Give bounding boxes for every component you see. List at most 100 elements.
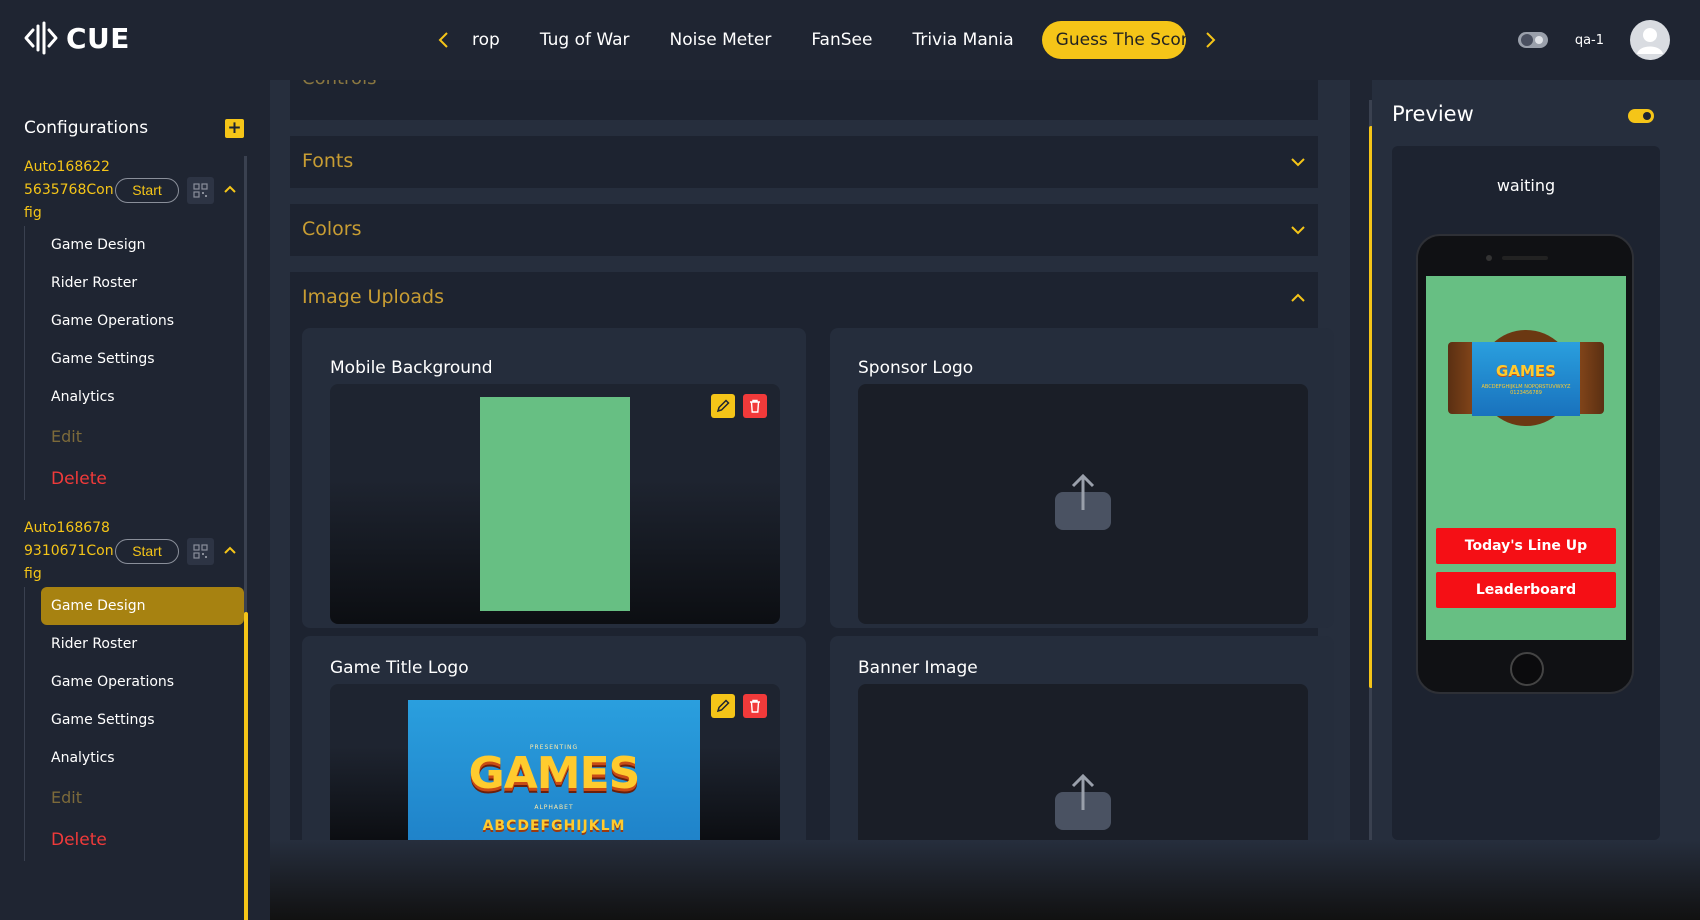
qr-code-button[interactable] bbox=[187, 538, 214, 565]
phone-mockup: GAMES ABCDEFGHIJKLM NOPQRSTUVWXYZ 012345… bbox=[1416, 234, 1634, 694]
phone-home-button bbox=[1510, 652, 1544, 686]
menu-rider-roster[interactable]: Rider Roster bbox=[25, 625, 244, 663]
config-name[interactable]: Auto1686225635768Config bbox=[24, 156, 116, 225]
tab-trivia-mania[interactable]: Trivia Mania bbox=[892, 21, 1033, 59]
sign-logo: GAMES ABCDEFGHIJKLM NOPQRSTUVWXYZ 012345… bbox=[1472, 342, 1580, 416]
chevron-down-icon bbox=[1291, 158, 1305, 167]
tab-fansee[interactable]: FanSee bbox=[791, 21, 892, 59]
configurations-sidebar: Configurations + Auto1686225635768Config… bbox=[0, 80, 270, 920]
header-right: qa-1 bbox=[1517, 20, 1670, 60]
leaderboard-button[interactable]: Leaderboard bbox=[1436, 572, 1616, 608]
delete-image-button[interactable] bbox=[743, 694, 767, 718]
chevron-left-icon bbox=[438, 32, 448, 48]
add-configuration-button[interactable]: + bbox=[225, 119, 244, 138]
menu-analytics[interactable]: Analytics bbox=[25, 739, 244, 777]
qr-code-icon bbox=[193, 544, 208, 559]
menu-game-design[interactable]: Game Design bbox=[25, 226, 244, 264]
pencil-icon bbox=[716, 399, 730, 413]
upload-label: Banner Image bbox=[858, 658, 978, 678]
accordion-fonts[interactable]: Fonts bbox=[290, 136, 1318, 188]
tab-item[interactable]: rop bbox=[458, 21, 520, 59]
delete-image-button[interactable] bbox=[743, 394, 767, 418]
logo-mark-icon bbox=[24, 21, 58, 55]
preview-panel: Preview waiting GAMES ABCDEFGHIJKLM NOPQ… bbox=[1372, 80, 1700, 840]
menu-rider-roster[interactable]: Rider Roster bbox=[25, 264, 244, 302]
banner-image-dropzone[interactable] bbox=[858, 684, 1308, 840]
tabs-prev-button[interactable] bbox=[430, 26, 458, 54]
menu-game-settings[interactable]: Game Settings bbox=[25, 701, 244, 739]
phone-camera bbox=[1486, 255, 1492, 261]
accordion-title: Colors bbox=[302, 218, 362, 240]
game-title-logo-preview[interactable]: PRESENTING GAMES ALPHABET ABCDEFGHIJKLM bbox=[330, 684, 780, 840]
sign-title-text: GAMES bbox=[1496, 362, 1556, 380]
games-alphabet-text: ABCDEFGHIJKLM bbox=[482, 818, 626, 834]
menu-game-settings[interactable]: Game Settings bbox=[25, 340, 244, 378]
accordion-title[interactable]: Image Uploads bbox=[302, 286, 444, 308]
menu-analytics[interactable]: Analytics bbox=[25, 378, 244, 416]
menu-edit[interactable]: Edit bbox=[25, 777, 244, 819]
menu-game-operations[interactable]: Game Operations bbox=[25, 663, 244, 701]
tab-noise-meter[interactable]: Noise Meter bbox=[650, 21, 792, 59]
menu-edit[interactable]: Edit bbox=[25, 416, 244, 458]
accordion-title: Controls bbox=[302, 80, 376, 89]
preview-toggle-icon[interactable] bbox=[1628, 108, 1654, 124]
sidebar-title: Configurations bbox=[24, 118, 149, 138]
collapse-chevron-icon[interactable] bbox=[222, 181, 238, 197]
games-title-text: GAMES bbox=[468, 748, 641, 799]
menu-delete[interactable]: Delete bbox=[25, 458, 244, 500]
qr-code-icon bbox=[193, 183, 208, 198]
game-title-sign: GAMES ABCDEFGHIJKLM NOPQRSTUVWXYZ 012345… bbox=[1446, 330, 1606, 428]
pencil-icon bbox=[716, 699, 730, 713]
cue-logo[interactable]: CUE bbox=[24, 20, 130, 56]
qr-code-button[interactable] bbox=[187, 177, 214, 204]
upload-card-banner-image: Banner Image bbox=[830, 636, 1334, 840]
edit-image-button[interactable] bbox=[711, 394, 735, 418]
upload-card-game-title-logo: Game Title Logo PRESENTING GAMES ALPHABE… bbox=[302, 636, 806, 840]
preview-title: Preview bbox=[1392, 102, 1474, 126]
tabs-next-button[interactable] bbox=[1196, 26, 1224, 54]
chevron-up-icon[interactable] bbox=[1290, 290, 1306, 306]
start-button[interactable]: Start bbox=[115, 178, 179, 203]
tab-guess-the-score[interactable]: Guess The Score bbox=[1041, 21, 1186, 59]
phone-screen: GAMES ABCDEFGHIJKLM NOPQRSTUVWXYZ 012345… bbox=[1426, 276, 1626, 640]
menu-game-operations[interactable]: Game Operations bbox=[25, 302, 244, 340]
sponsor-logo-dropzone[interactable] bbox=[858, 384, 1308, 624]
accordion-image-uploads: Image Uploads Mobile Background Sponsor … bbox=[290, 272, 1334, 840]
upload-label: Sponsor Logo bbox=[858, 358, 974, 378]
page-bottom bbox=[270, 840, 1700, 920]
preview-card: waiting GAMES ABCDEFGHIJKLM NOPQRSTUVWXY… bbox=[1392, 146, 1660, 840]
theme-toggle-icon[interactable] bbox=[1517, 30, 1549, 50]
mobile-background-preview[interactable] bbox=[330, 384, 780, 624]
edit-image-button[interactable] bbox=[711, 694, 735, 718]
upload-card-sponsor-logo: Sponsor Logo bbox=[830, 328, 1334, 628]
avatar[interactable] bbox=[1630, 20, 1670, 60]
chevron-right-icon bbox=[1205, 32, 1216, 48]
collapse-chevron-icon[interactable] bbox=[222, 542, 238, 558]
top-header: CUE rop Tug of War Noise Meter FanSee Tr… bbox=[0, 0, 1700, 80]
logo-text: CUE bbox=[66, 21, 130, 55]
config-menu: Game Design Rider Roster Game Operations… bbox=[24, 587, 244, 861]
accordion-title: Fonts bbox=[302, 150, 354, 172]
accordion-colors[interactable]: Colors bbox=[290, 204, 1318, 256]
todays-lineup-button[interactable]: Today's Line Up bbox=[1436, 528, 1616, 564]
start-button[interactable]: Start bbox=[115, 539, 179, 564]
upload-icon bbox=[1055, 774, 1111, 830]
background-image bbox=[480, 397, 630, 611]
upload-icon bbox=[1055, 474, 1111, 530]
games-logo-image: PRESENTING GAMES ALPHABET ABCDEFGHIJKLM bbox=[408, 700, 700, 840]
trash-icon bbox=[750, 699, 760, 713]
phone-speaker bbox=[1502, 256, 1548, 260]
chevron-down-icon bbox=[1291, 226, 1305, 235]
menu-game-design[interactable]: Game Design bbox=[41, 587, 244, 625]
user-name[interactable]: qa-1 bbox=[1575, 33, 1604, 48]
upload-label: Game Title Logo bbox=[330, 658, 469, 678]
game-tabs: rop Tug of War Noise Meter FanSee Trivia… bbox=[430, 20, 1224, 60]
user-icon bbox=[1637, 28, 1663, 54]
menu-delete[interactable]: Delete bbox=[25, 819, 244, 861]
tab-tug-of-war[interactable]: Tug of War bbox=[520, 21, 650, 59]
config-name[interactable]: Auto1686789310671Config bbox=[24, 517, 116, 586]
sidebar-scrollbar-thumb[interactable] bbox=[244, 612, 248, 920]
accordion-controls[interactable]: Controls bbox=[290, 80, 1318, 120]
sign-alphabet-text: ABCDEFGHIJKLM NOPQRSTUVWXYZ 0123456789 bbox=[1481, 384, 1571, 396]
upload-label: Mobile Background bbox=[330, 358, 493, 378]
